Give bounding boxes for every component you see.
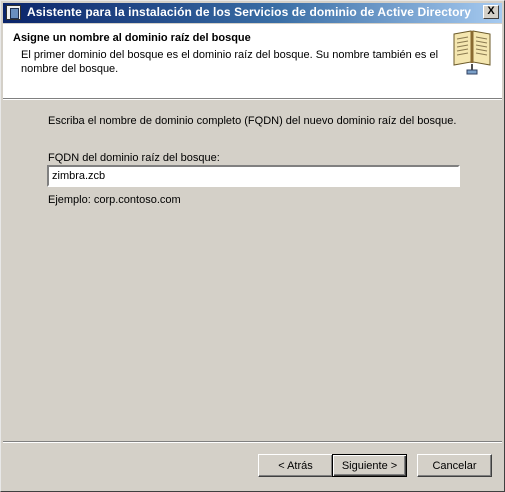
- fqdn-label: FQDN del dominio raíz del bosque:: [48, 152, 220, 164]
- wizard-icon: [6, 5, 21, 20]
- close-icon[interactable]: X: [483, 5, 499, 19]
- window-title: Asistente para la instalación de los Ser…: [27, 5, 472, 19]
- next-button[interactable]: Siguiente >: [332, 454, 407, 477]
- wizard-header: Asigne un nombre al dominio raíz del bos…: [3, 24, 502, 98]
- cancel-button[interactable]: Cancelar: [417, 454, 492, 477]
- fqdn-input[interactable]: [47, 165, 460, 187]
- back-button[interactable]: < Atrás: [258, 454, 333, 477]
- header-divider: [3, 98, 502, 100]
- book-icon: [453, 30, 491, 75]
- wizard-window: Asistente para la instalación de los Ser…: [0, 0, 505, 492]
- instruction-text: Escriba el nombre de dominio completo (F…: [48, 115, 457, 127]
- example-text: Ejemplo: corp.contoso.com: [48, 194, 181, 206]
- title-bar[interactable]: Asistente para la instalación de los Ser…: [3, 3, 502, 23]
- page-title: Asigne un nombre al dominio raíz del bos…: [13, 32, 251, 44]
- footer-divider: [3, 441, 502, 443]
- page-description: El primer dominio del bosque es el domin…: [21, 49, 439, 75]
